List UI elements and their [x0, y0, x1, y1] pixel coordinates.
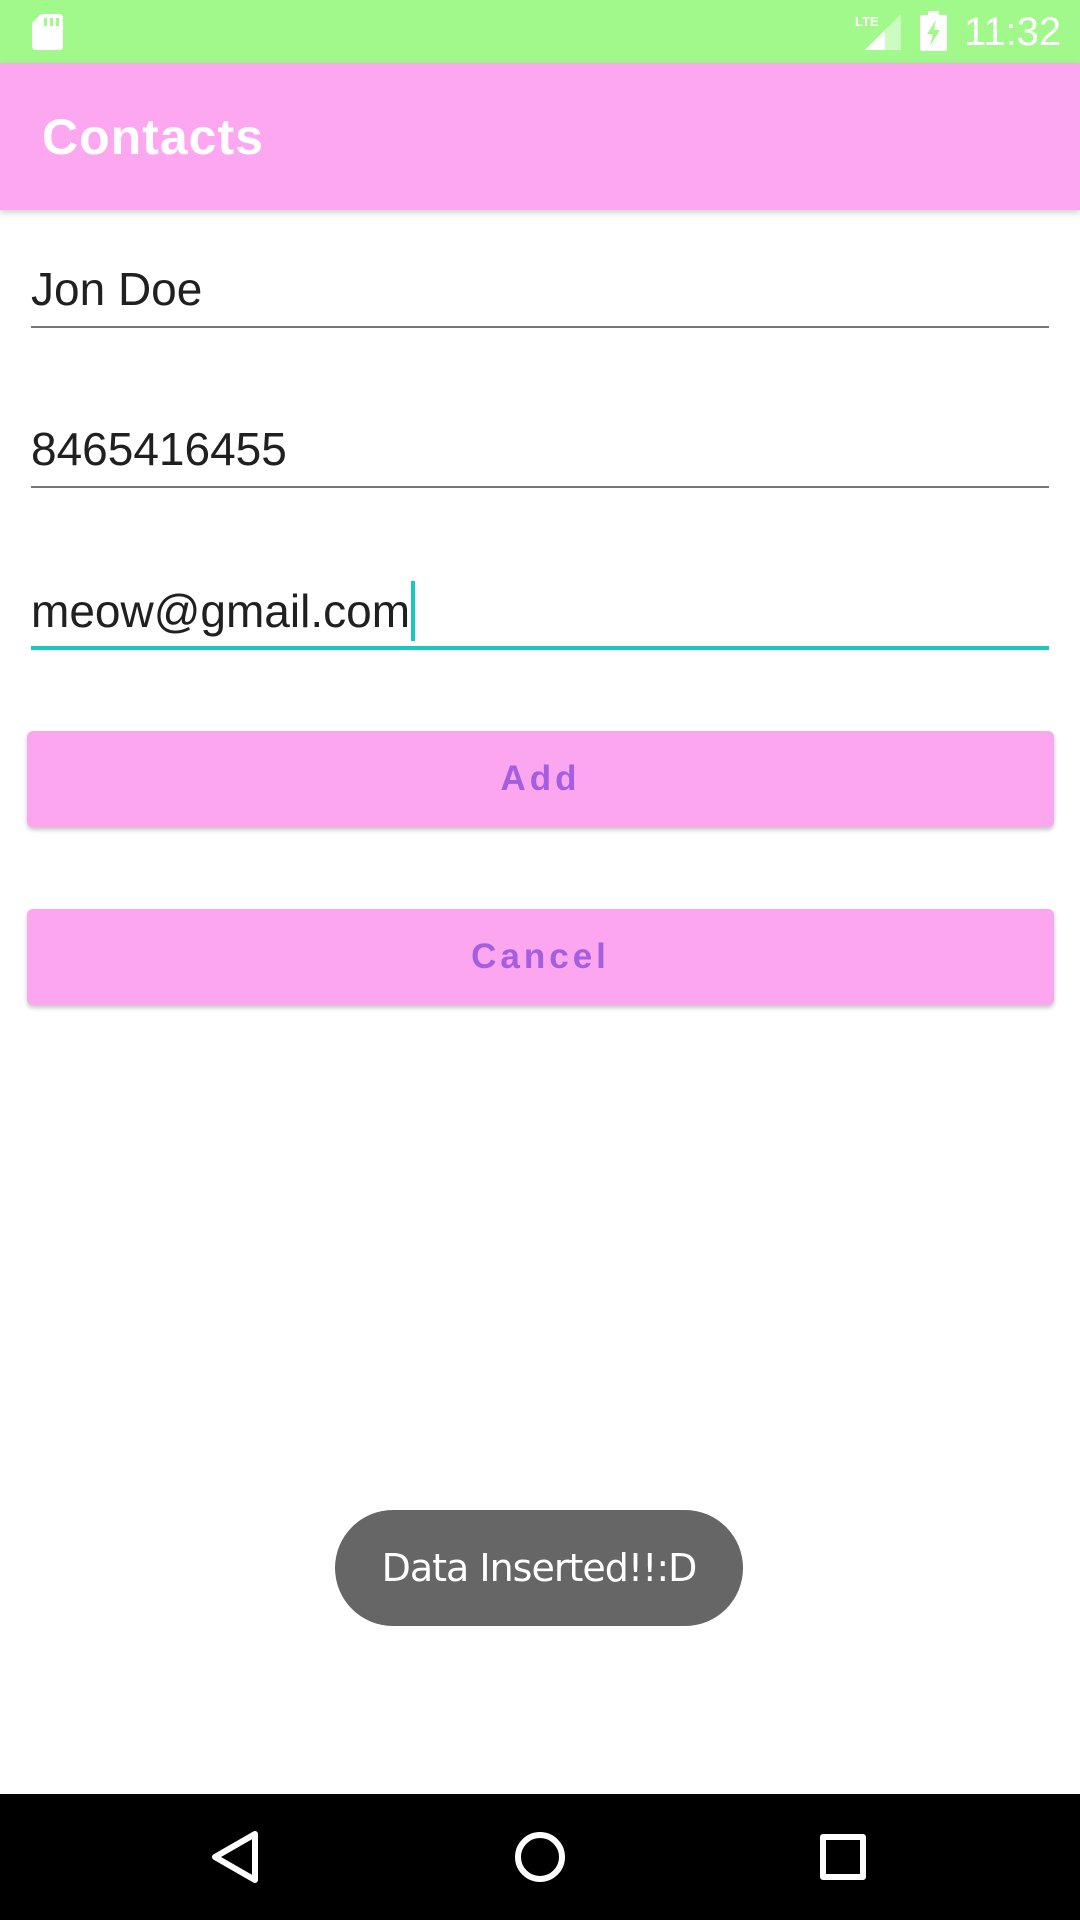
email-field-value: meow@gmail.com	[31, 585, 411, 637]
sd-card-icon	[32, 14, 63, 50]
svg-text:LTE: LTE	[855, 14, 879, 29]
battery-charging-icon	[920, 11, 947, 51]
phone-field[interactable]: 8465416455	[31, 410, 1049, 488]
nav-bar	[0, 1794, 1080, 1920]
app-bar: Contacts	[0, 63, 1080, 210]
screen: LTE 11:32 Contacts Jon Doe 8465416455 me…	[0, 0, 1080, 1920]
phone-field-underline	[31, 486, 1049, 488]
phone-field-value: 8465416455	[31, 423, 287, 475]
back-icon[interactable]	[200, 1822, 270, 1892]
status-bar: LTE 11:32	[0, 0, 1080, 63]
email-field-underline	[31, 646, 1049, 650]
recents-icon[interactable]	[808, 1822, 878, 1892]
add-button[interactable]: Add	[27, 731, 1054, 827]
name-field-value: Jon Doe	[31, 263, 203, 315]
toast-message: Data Inserted!!:D	[335, 1510, 743, 1626]
email-field[interactable]: meow@gmail.com	[31, 572, 1049, 650]
email-field-wrapper: meow@gmail.com	[31, 572, 416, 650]
status-time: 11:32	[964, 10, 1062, 54]
app-title: Contacts	[42, 109, 264, 165]
name-field[interactable]: Jon Doe	[31, 250, 1049, 328]
name-field-underline	[31, 326, 1049, 328]
cancel-button[interactable]: Cancel	[27, 909, 1054, 1005]
text-cursor	[411, 580, 416, 641]
lte-signal-icon: LTE	[855, 14, 901, 50]
home-icon[interactable]	[505, 1822, 575, 1892]
